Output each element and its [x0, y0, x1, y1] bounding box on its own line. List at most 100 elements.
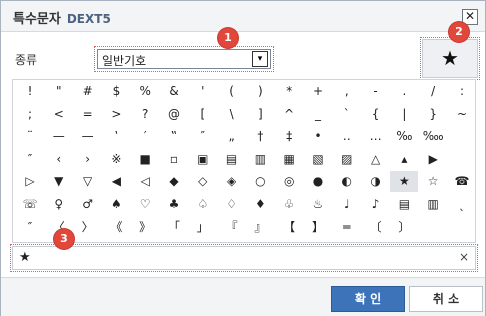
symbol-cell[interactable]: = [74, 104, 102, 125]
symbol-cell[interactable]: ‡ [275, 126, 303, 147]
symbol-cell[interactable]: ▴ [390, 149, 418, 170]
symbol-cell[interactable]: 《 [102, 217, 130, 238]
symbol-cell[interactable]: * [275, 81, 303, 102]
symbol-cell[interactable]: 】 [304, 217, 332, 238]
symbol-cell[interactable]: ; [16, 104, 44, 125]
symbol-cell[interactable]: 〕 [390, 217, 418, 238]
symbol-cell[interactable]: 」 [189, 217, 217, 238]
symbol-cell[interactable]: _ [304, 104, 332, 125]
symbol-cell[interactable]: ‥ [333, 126, 361, 147]
symbol-cell[interactable]: ♨ [304, 194, 332, 215]
symbol-cell[interactable]: ▥ [246, 149, 274, 170]
symbol-cell[interactable]: ` [333, 104, 361, 125]
symbol-cell[interactable]: ▼ [45, 171, 73, 192]
symbol-cell[interactable]: % [131, 81, 159, 102]
symbol-cell[interactable]: ″ [16, 149, 44, 170]
symbol-cell[interactable]: 』 [246, 217, 274, 238]
symbol-cell[interactable]: › [74, 149, 102, 170]
symbol-cell[interactable]: / [419, 81, 447, 102]
symbol-cell[interactable]: ═ [333, 217, 361, 238]
symbol-cell[interactable]: ▥ [419, 194, 447, 215]
symbol-cell[interactable]: ◐ [333, 171, 361, 192]
symbol-cell[interactable]: ^ [275, 104, 303, 125]
symbol-cell[interactable]: 「 [160, 217, 188, 238]
symbol-cell[interactable]: ¨ [16, 126, 44, 147]
symbol-cell[interactable]: $ [102, 81, 130, 102]
symbol-cell[interactable]: ♪ [362, 194, 390, 215]
symbol-cell[interactable]: ♀ [45, 194, 73, 215]
symbol-cell[interactable]: ? [131, 104, 159, 125]
category-select[interactable]: 일반기호 ▾ [94, 46, 274, 72]
symbol-cell[interactable]: ( [218, 81, 246, 102]
symbol-cell[interactable]: ▧ [304, 149, 332, 170]
symbol-cell[interactable]: [ [189, 104, 217, 125]
symbol-cell[interactable]: - [362, 81, 390, 102]
symbol-cell[interactable]: } [419, 104, 447, 125]
symbol-cell[interactable]: ▦ [275, 149, 303, 170]
symbol-cell[interactable]: ● [304, 171, 332, 192]
symbol-cell[interactable]: ˚ [477, 194, 486, 215]
symbol-cell[interactable]: … [362, 126, 390, 147]
symbol-cell[interactable]: : [448, 81, 476, 102]
symbol-cell[interactable]: ♣ [160, 194, 188, 215]
symbol-cell[interactable]: ‰ [390, 126, 418, 147]
symbol-cell[interactable]: " [45, 81, 73, 102]
symbol-cell[interactable]: ☆ [419, 171, 447, 192]
symbol-cell[interactable]: ■ [131, 149, 159, 170]
symbol-cell[interactable]: ▤ [390, 194, 418, 215]
symbol-cell[interactable]: — [45, 126, 73, 147]
symbol-cell[interactable]: ▨ [333, 149, 361, 170]
symbol-cell[interactable]: ★ [390, 171, 419, 193]
symbol-cell[interactable]: ☎ [448, 171, 476, 192]
symbol-cell[interactable]: ♡ [131, 194, 159, 215]
symbol-cell[interactable]: ! [16, 81, 44, 102]
symbol-cell[interactable]: ▷ [16, 171, 44, 192]
symbol-cell[interactable]: ▫ [160, 149, 188, 170]
symbol-cell[interactable]: ' [189, 81, 217, 102]
symbol-cell[interactable]: # [74, 81, 102, 102]
symbol-cell[interactable]: ′ [131, 126, 159, 147]
clear-icon[interactable]: × [459, 250, 469, 264]
symbol-cell[interactable]: ◑ [362, 171, 390, 192]
symbol-cell[interactable]: ※ [102, 149, 130, 170]
symbol-cell[interactable]: † [246, 126, 274, 147]
symbol-cell[interactable]: ‟ [160, 126, 188, 147]
symbol-cell[interactable]: ▣ [189, 149, 217, 170]
symbol-cell[interactable]: ◀ [102, 171, 130, 192]
symbol-cell[interactable]: • [304, 126, 332, 147]
symbol-cell[interactable]: ‹ [45, 149, 73, 170]
symbol-cell[interactable]: ♢ [218, 194, 246, 215]
symbol-cell[interactable]: ″ [16, 217, 44, 238]
symbol-cell[interactable]: ○ [246, 171, 274, 192]
symbol-cell[interactable]: ☏ [16, 194, 44, 215]
symbol-cell[interactable]: ˎ [448, 194, 476, 215]
chevron-down-icon[interactable]: ▾ [252, 51, 268, 67]
symbol-cell[interactable]: ♧ [275, 194, 303, 215]
symbol-cell[interactable]: ▶ [419, 149, 447, 170]
symbol-cell[interactable]: ◎ [275, 171, 303, 192]
symbol-cell[interactable]: ▤ [218, 149, 246, 170]
symbol-cell[interactable]: ♩ [333, 194, 361, 215]
symbol-cell[interactable]: & [160, 81, 188, 102]
symbol-cell[interactable]: ‛ [102, 126, 130, 147]
symbol-cell[interactable]: ◇ [189, 171, 217, 192]
symbol-cell[interactable]: , [333, 81, 361, 102]
symbol-cell[interactable]: ♦ [246, 194, 274, 215]
symbol-cell[interactable]: ″ [189, 126, 217, 147]
symbol-cell[interactable]: @ [160, 104, 188, 125]
symbol-cell[interactable]: ♠ [102, 194, 130, 215]
symbol-cell[interactable]: ~ [448, 104, 476, 125]
symbol-cell[interactable]: < [45, 104, 73, 125]
symbol-cell[interactable]: ◈ [218, 171, 246, 192]
symbol-cell[interactable]: + [304, 81, 332, 102]
cancel-button[interactable]: 취 소 [409, 286, 483, 312]
symbol-cell[interactable]: ◁ [131, 171, 159, 192]
symbol-cell[interactable]: ▽ [74, 171, 102, 192]
symbol-cell[interactable]: ♤ [189, 194, 217, 215]
symbol-cell[interactable]: | [390, 104, 418, 125]
symbol-cell[interactable]: ♂ [74, 194, 102, 215]
selected-chars-input[interactable]: ★ × [10, 244, 478, 272]
symbol-cell[interactable]: 【 [275, 217, 303, 238]
symbol-cell[interactable]: 〔 [362, 217, 390, 238]
symbol-cell[interactable]: 〉 [74, 217, 102, 238]
